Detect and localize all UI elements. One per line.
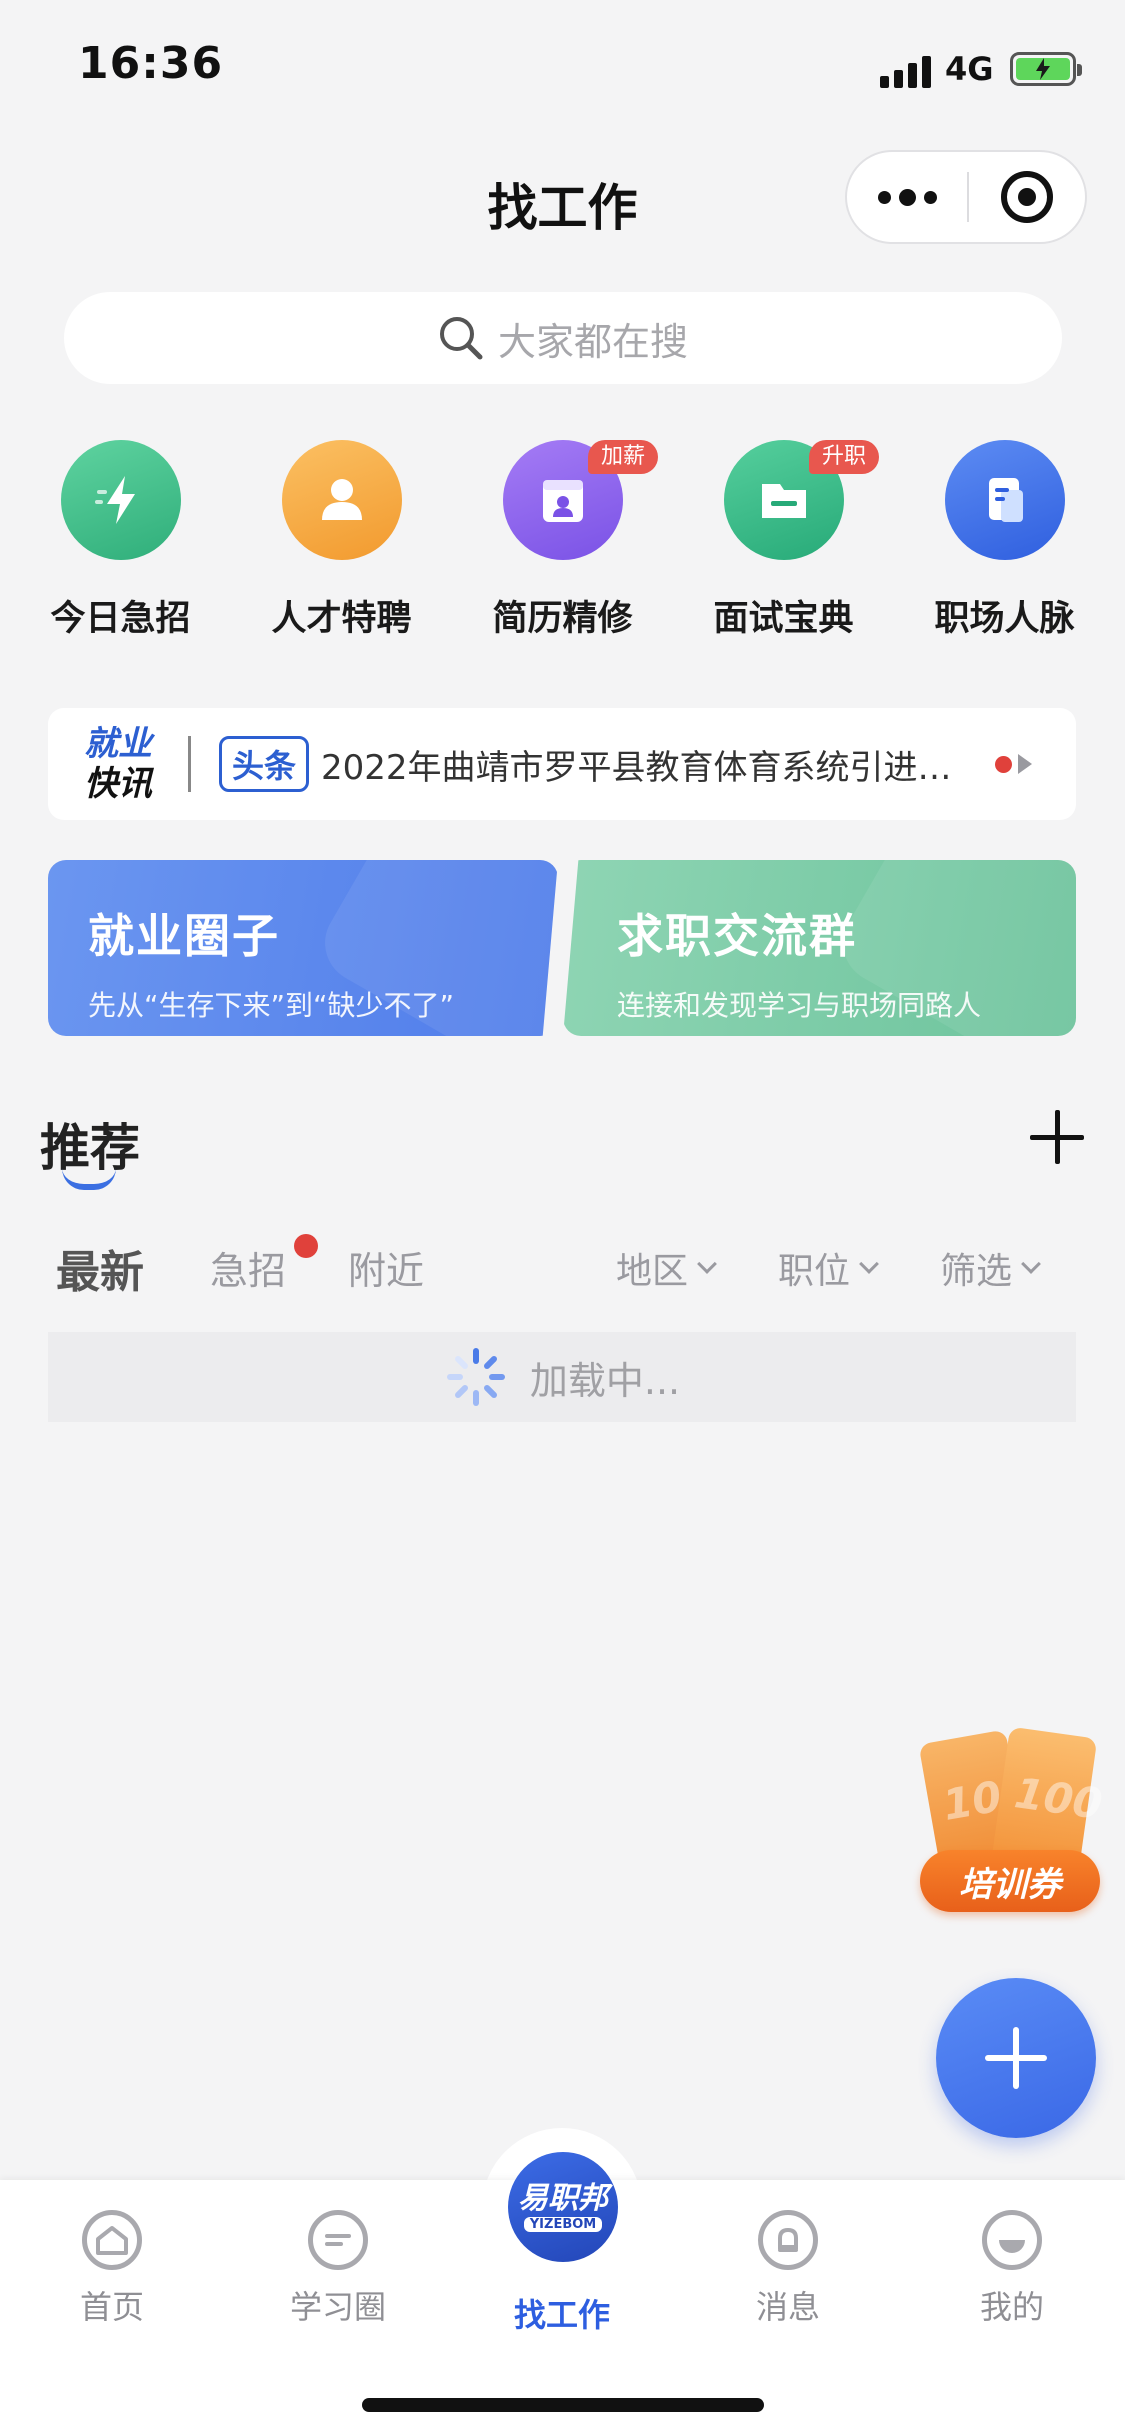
tab-messages[interactable]: 消息 — [718, 2210, 858, 2328]
position-label: 职位 — [778, 1251, 851, 1292]
training-coupon-button[interactable]: 100 100 培训券 — [918, 1726, 1105, 1912]
bell-icon — [758, 2210, 818, 2270]
news-divider — [188, 736, 191, 792]
urgent-dot — [294, 1234, 318, 1258]
tab-home[interactable]: 首页 — [42, 2210, 182, 2328]
news-headline[interactable]: 2022年曲靖市罗平县教育体育系统引进… — [321, 740, 981, 789]
news-indicator-dot — [995, 755, 1013, 773]
chat-icon — [308, 2210, 368, 2270]
play-arrow-icon — [1018, 754, 1033, 774]
home-indicator[interactable] — [362, 2398, 764, 2412]
spinner-icon — [446, 1348, 505, 1406]
card-subtitle: 连接和发现学习与职场同路人 — [617, 989, 982, 1022]
document-icon — [944, 440, 1065, 560]
coupon-label: 培训券 — [920, 1850, 1100, 1912]
card-title: 就业圈子 — [88, 909, 280, 963]
headline-tag: 头条 — [219, 736, 310, 792]
loading-text: 加载中... — [529, 1358, 681, 1403]
tab-latest[interactable]: 最新 — [56, 1236, 144, 1300]
profile-icon — [982, 2210, 1042, 2270]
home-icon — [82, 2210, 142, 2270]
tab-label: 我的 — [979, 2288, 1044, 2326]
filter-dropdown[interactable]: 筛选 — [940, 1242, 1041, 1294]
network-type: 4G — [945, 50, 994, 88]
quick-entry-resume[interactable]: 加薪 简历精修 — [452, 440, 673, 641]
news-logo-line2: 快讯 — [84, 764, 152, 804]
quick-entry-label: 面试宝典 — [713, 599, 854, 639]
quick-entry-urgent[interactable]: 今日急招 — [10, 440, 231, 641]
brand-logo-cn: 易职邦 — [518, 2180, 608, 2216]
tab-study-circle[interactable]: 学习圈 — [268, 2210, 408, 2328]
region-dropdown[interactable]: 地区 — [616, 1242, 717, 1294]
tab-label: 消息 — [755, 2288, 820, 2326]
tab-label: 学习圈 — [289, 2288, 386, 2326]
tab-find-job[interactable]: 找工作 — [492, 2290, 632, 2336]
news-logo-line1: 就业 — [84, 724, 152, 764]
coupon-digits: 100 — [1011, 1768, 1106, 1829]
badge-raise: 加薪 — [588, 440, 659, 474]
signal-icon — [880, 54, 936, 88]
target-icon — [1001, 171, 1053, 223]
loading-indicator: 加载中... — [48, 1332, 1076, 1422]
brand-logo-en: YIZEBOM — [523, 2216, 603, 2232]
create-post-button[interactable] — [936, 1978, 1096, 2138]
filter-bar: 最新 急招 附近 地区 职位 筛选 — [0, 1234, 1125, 1300]
tab-profile[interactable]: 我的 — [942, 2210, 1082, 2328]
career-circle-card[interactable]: 就业圈子 先从“生存下来”到“缺少不了” — [48, 860, 558, 1036]
quick-entry-talent[interactable]: 人才特聘 — [231, 440, 452, 641]
news-ticker[interactable]: 就业 快讯 头条 2022年曲靖市罗平县教育体育系统引进… — [48, 708, 1076, 820]
search-placeholder: 大家都在搜 — [497, 319, 688, 364]
job-group-card[interactable]: 求职交流群 连接和发现学习与职场同路人 — [563, 860, 1076, 1036]
tab-urgent[interactable]: 急招 — [210, 1240, 286, 1295]
tab-label: 首页 — [79, 2288, 144, 2326]
quick-entry-interview[interactable]: 升职 面试宝典 — [673, 440, 894, 641]
quick-entry-label: 简历精修 — [492, 599, 633, 639]
chevron-down-icon — [1021, 1254, 1041, 1274]
add-icon[interactable] — [1030, 1110, 1084, 1164]
chevron-down-icon — [859, 1254, 879, 1274]
person-icon — [281, 440, 402, 560]
search-icon — [439, 317, 483, 360]
quick-entry-label: 职场人脉 — [934, 599, 1075, 639]
more-options-icon[interactable] — [847, 152, 967, 242]
mini-program-capsule — [845, 150, 1087, 244]
app-screen: 16:36 4G 找工作 大家都在搜 今日急招 人才特聘 加薪 简历精修 升职 … — [0, 0, 1125, 2436]
card-title: 求职交流群 — [617, 909, 857, 963]
brand-logo[interactable]: 易职邦 YIZEBOM — [508, 2152, 618, 2262]
tab-label: 找工作 — [513, 2296, 610, 2334]
filter-label: 筛选 — [940, 1251, 1013, 1292]
position-dropdown[interactable]: 职位 — [778, 1242, 879, 1294]
quick-entries: 今日急招 人才特聘 加薪 简历精修 升职 面试宝典 职场人脉 — [0, 440, 1125, 641]
badge-promotion: 升职 — [809, 440, 880, 474]
search-input[interactable]: 大家都在搜 — [64, 292, 1062, 384]
news-logo: 就业 快讯 — [48, 724, 188, 804]
tab-nearby[interactable]: 附近 — [348, 1240, 424, 1295]
status-time: 16:36 — [78, 38, 224, 89]
quick-entry-network[interactable]: 职场人脉 — [894, 440, 1115, 641]
quick-entry-label: 今日急招 — [50, 599, 191, 639]
lightning-icon — [60, 440, 181, 560]
close-mini-program-button[interactable] — [969, 152, 1085, 242]
recommend-underline — [62, 1168, 116, 1190]
card-subtitle: 先从“生存下来”到“缺少不了” — [88, 989, 455, 1022]
chevron-down-icon — [697, 1254, 717, 1274]
quick-entry-label: 人才特聘 — [271, 599, 412, 639]
region-label: 地区 — [616, 1251, 689, 1292]
battery-icon — [1010, 52, 1082, 86]
